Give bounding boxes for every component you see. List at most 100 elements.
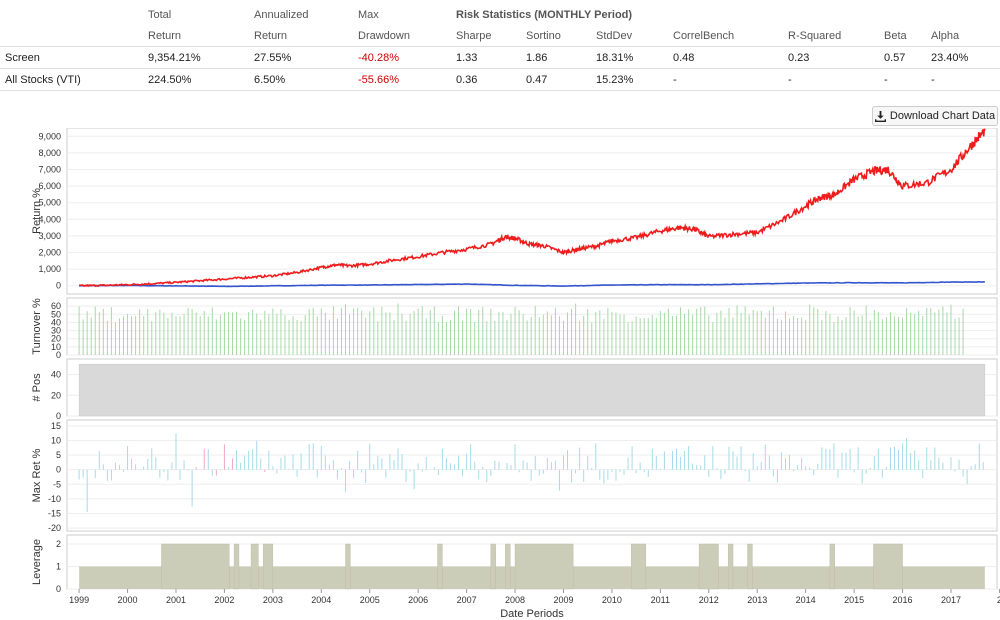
x-tick-label: 2015 xyxy=(844,595,864,605)
panel-4: -20 -15 -10 -5 0 5 10 15 Max Ret % xyxy=(31,419,998,533)
y-tick-label: 0 xyxy=(56,411,61,421)
y-tick-label: 2,000 xyxy=(38,248,61,258)
cell: 23.40% xyxy=(931,46,1000,69)
col-alpha: Alpha xyxy=(931,25,1000,47)
table-row: Screen 9,354.21% 27.55% -40.28% 1.33 1.8… xyxy=(0,46,1000,69)
cell: 27.55% xyxy=(254,46,358,69)
x-tick-label: 2003 xyxy=(263,595,283,605)
cell: - xyxy=(673,68,788,91)
col-beta: Beta xyxy=(884,25,931,47)
cell: -40.28% xyxy=(358,46,456,69)
x-tick-label: 1999 xyxy=(69,595,89,605)
leverage-high-period xyxy=(514,543,574,590)
x-tick-label: 2011 xyxy=(651,595,670,605)
y-tick-label: -5 xyxy=(53,479,61,489)
col-annualized-top: Annualized xyxy=(254,8,309,21)
leverage-high-period xyxy=(505,543,511,590)
y-axis: 0102030405060 xyxy=(51,301,61,360)
x-tick-label: 2013 xyxy=(747,595,767,605)
x-tick-label: 2002 xyxy=(214,595,234,605)
download-chart-data-button[interactable]: Download Chart Data xyxy=(872,106,998,126)
cell: 1.86 xyxy=(526,46,596,69)
y-axis-label: Max Ret % xyxy=(31,448,43,502)
cell: - xyxy=(788,68,884,91)
y-tick-label: 1,000 xyxy=(38,264,61,274)
leverage-high-period xyxy=(345,543,351,590)
y-tick-label: 2 xyxy=(56,539,61,549)
cell: 18.31% xyxy=(596,46,673,69)
cell: - xyxy=(884,68,931,91)
y-tick-label: 10 xyxy=(51,435,61,445)
x-tick-label: 2014 xyxy=(796,595,816,605)
y-tick-label: 5 xyxy=(56,450,61,460)
y-tick-label: 8,000 xyxy=(38,148,61,158)
leverage-high-period xyxy=(161,543,230,590)
x-tick-label: 2017 xyxy=(941,595,961,605)
panel-1: 01,0002,0003,0004,0005,0006,0007,0008,00… xyxy=(31,128,998,295)
table-row: All Stocks (VTI) 224.50% 6.50% -55.66% 0… xyxy=(0,68,1000,91)
col-sortino: Sortino xyxy=(526,25,596,47)
y-axis-label: Turnover % xyxy=(31,298,43,355)
cell: 0.23 xyxy=(788,46,884,69)
x-axis: 1999 2000 2001 2002 2003 2004 2005 2006 2007 2008… xyxy=(69,589,1000,605)
y-tick-label: 7,000 xyxy=(38,165,61,175)
y-tick-label: 0 xyxy=(56,465,61,475)
cell: 15.23% xyxy=(596,68,673,91)
row-name: All Stocks (VTI) xyxy=(0,68,148,91)
cell: 9,354.21% xyxy=(148,46,254,69)
cell: 0.48 xyxy=(673,46,788,69)
x-tick-label: 2012 xyxy=(699,595,719,605)
download-icon xyxy=(874,110,886,122)
y-tick-label: 0 xyxy=(56,281,61,291)
y-tick-label: 15 xyxy=(51,421,61,431)
leverage-high-period xyxy=(747,543,753,590)
y-tick-label: -20 xyxy=(48,523,61,533)
panel-2: 0102030405060 Turnover % xyxy=(31,297,998,360)
leverage-high-period xyxy=(873,543,903,590)
leverage-high-period xyxy=(727,543,734,590)
col-max-top: Max xyxy=(358,8,379,21)
cell: 1.33 xyxy=(456,46,526,69)
col-stddev: StdDev xyxy=(596,25,673,47)
cell: 0.47 xyxy=(526,68,596,91)
cell: 224.50% xyxy=(148,68,254,91)
col-rsquared: R-Squared xyxy=(788,25,884,47)
panel-frame xyxy=(66,419,998,532)
risk-statistics-header: Risk Statistics (MONTHLY Period) xyxy=(456,8,633,21)
y-axis: 0 1 2 xyxy=(56,539,61,594)
x-tick-label: 2006 xyxy=(408,595,428,605)
col-sharpe: Sharpe xyxy=(456,25,526,47)
x-tick-label: 2009 xyxy=(553,595,573,605)
leverage-high-period xyxy=(698,543,719,590)
y-tick-label: -15 xyxy=(48,508,61,518)
y-tick-label: 20 xyxy=(51,390,61,400)
y-axis-label: # Pos xyxy=(31,373,43,402)
leverage-high-period xyxy=(829,543,835,590)
cell: - xyxy=(931,68,1000,91)
cell: -55.66% xyxy=(358,68,456,91)
leverage-high-period xyxy=(262,543,274,590)
panel-5: 0 1 2 Leverage xyxy=(31,534,998,594)
x-tick-label: 2016 xyxy=(893,595,913,605)
x-tick-label: 2007 xyxy=(457,595,477,605)
x-axis-label: Date Periods xyxy=(500,608,564,620)
cell: 0.57 xyxy=(884,46,931,69)
leverage-high-period xyxy=(490,543,496,590)
col-annualized-return: Return xyxy=(254,25,358,47)
leverage-high-period xyxy=(631,543,647,590)
x-tick-label: 2000 xyxy=(118,595,138,605)
x-tick-label: 2008 xyxy=(505,595,525,605)
row-name: Screen xyxy=(0,46,148,69)
col-total-top: Total xyxy=(148,8,172,21)
leverage-high-period xyxy=(437,543,443,590)
col-total-return: Return xyxy=(148,25,254,47)
cell: 6.50% xyxy=(254,68,358,91)
leverage-high-period xyxy=(233,543,240,590)
x-tick-label: 2010 xyxy=(602,595,622,605)
y-axis: 0 20 40 xyxy=(51,370,61,421)
y-tick-label: 60 xyxy=(51,301,61,311)
x-tick-label: 2004 xyxy=(311,595,331,605)
positions-area xyxy=(78,363,986,417)
y-axis: -20 -15 -10 -5 0 5 10 15 xyxy=(48,421,61,533)
col-max-drawdown: Drawdown xyxy=(358,25,456,47)
